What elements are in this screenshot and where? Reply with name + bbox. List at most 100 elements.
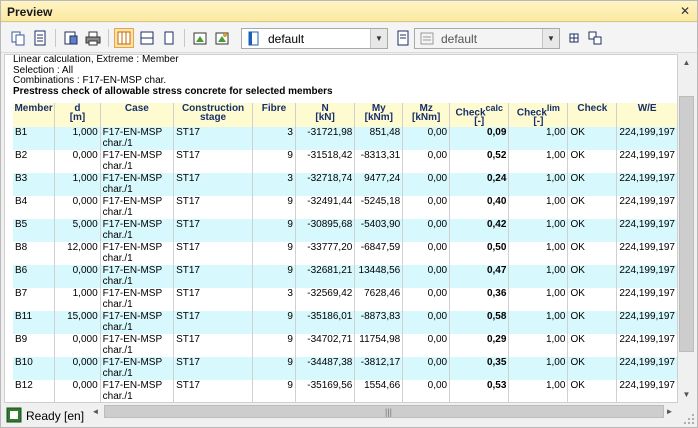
cell-stage: ST17	[173, 173, 253, 196]
style-icon	[420, 31, 434, 46]
column-header: Member	[13, 103, 55, 127]
template-select[interactable]: default ▼	[241, 28, 388, 49]
cell-case: F17-EN-MSP char./1	[99, 219, 174, 242]
cell-check: OK	[567, 127, 617, 150]
cell-case-line1: F17-EN-MSP	[102, 357, 163, 368]
cell-case-line1: F17-EN-MSP	[102, 150, 163, 161]
edit-image-icon[interactable]	[190, 28, 210, 48]
scroll-grip-icon: |||	[385, 407, 393, 417]
cell-case: F17-EN-MSP char./1	[99, 288, 174, 311]
results-table: Member d [m] Case Construction stage Fibre N [kN…	[13, 103, 677, 402]
column-header: Case	[99, 103, 174, 127]
table-row[interactable]: B12 0,000 F17-EN-MSP char./1 ST17 9 -35169,56 1…	[13, 380, 677, 402]
cell-my: -3812,17	[354, 357, 403, 380]
cell-mz: 0,00	[402, 380, 450, 402]
document-settings-icon[interactable]	[393, 28, 413, 48]
export-image-icon[interactable]	[212, 28, 232, 48]
template-file-icon	[247, 31, 261, 46]
grid-large-icon[interactable]	[585, 28, 605, 48]
cell-calc: 0,29	[449, 334, 509, 357]
cell-check: OK	[567, 242, 617, 265]
cell-stage: ST17	[173, 357, 253, 380]
cell-we: 224,199,197	[616, 242, 677, 265]
cell-calc: 0,24	[449, 173, 509, 196]
table-row[interactable]: B2 0,000 F17-EN-MSP char./1 ST17 9 -31518,42 -8…	[13, 150, 677, 173]
table-row[interactable]: B8 12,000 F17-EN-MSP char./1 ST17 9 -33777,20-…	[13, 242, 677, 265]
table-header-row: Member d [m] Case Construction stage Fibre N [kN…	[13, 103, 677, 127]
table-row[interactable]: B1 1,000 F17-EN-MSP char./1 ST17 3 -31721,98 85…	[13, 127, 677, 150]
cell-mz: 0,00	[402, 357, 450, 380]
chevron-down-icon[interactable]: ▼	[542, 29, 559, 48]
cell-we: 224,199,197	[616, 311, 677, 334]
cell-case-line1: F17-EN-MSP	[102, 380, 163, 391]
cell-mz: 0,00	[402, 265, 450, 288]
cell-my: -6847,59	[354, 242, 403, 265]
vertical-scroll-thumb[interactable]	[679, 96, 694, 352]
column-header-sup: calc	[485, 103, 504, 113]
row-layout-icon[interactable]	[137, 28, 157, 48]
column-layout-icon[interactable]	[114, 28, 134, 48]
table-row[interactable]: B11 15,000 F17-EN-MSP char./1 ST17 9 -35186,01…	[13, 311, 677, 334]
cell-fibre: 9	[252, 334, 296, 357]
table-row[interactable]: B10 0,000 F17-EN-MSP char./1 ST17 9 -34487,38-…	[13, 357, 677, 380]
cell-lim: 1,00	[508, 265, 568, 288]
single-page-icon[interactable]	[159, 28, 179, 48]
cell-check: OK	[567, 311, 617, 334]
column-header: Fibre	[252, 103, 296, 127]
cell-case: F17-EN-MSP char./1	[99, 196, 174, 219]
cell-calc: 0,47	[449, 265, 509, 288]
cell-we: 224,199,197	[616, 288, 677, 311]
cell-mz: 0,00	[402, 311, 450, 334]
cell-d: 5,000	[54, 219, 101, 242]
resize-grip-icon[interactable]	[683, 413, 695, 425]
table-row[interactable]: B7 1,000 F17-EN-MSP char./1 ST17 3 -32569,42 76…	[13, 288, 677, 311]
cell-stage: ST17	[173, 265, 253, 288]
document-icon[interactable]	[30, 28, 50, 48]
cell-calc: 0,58	[449, 311, 509, 334]
cell-my: -8313,31	[354, 150, 403, 173]
cell-my: 9477,24	[354, 173, 403, 196]
cell-member: B11	[13, 311, 55, 334]
cell-case: F17-EN-MSP char./1	[99, 357, 174, 380]
cell-case: F17-EN-MSP char./1	[99, 173, 174, 196]
horizontal-scroll-thumb[interactable]: |||	[104, 405, 664, 418]
column-header: Check	[567, 103, 617, 127]
scroll-down-icon[interactable]: ▼	[678, 386, 695, 403]
table-row[interactable]: B5 5,000 F17-EN-MSP char./1 ST17 9 -30895,68 -5…	[13, 219, 677, 242]
cell-mz: 0,00	[402, 127, 450, 150]
cell-my: 11754,98	[354, 334, 403, 357]
vertical-scrollbar[interactable]: ▲ ▼	[678, 54, 695, 403]
cell-case-line1: F17-EN-MSP	[102, 288, 163, 299]
cell-case-line2: char./1	[102, 344, 133, 356]
cell-case: F17-EN-MSP char./1	[99, 150, 174, 173]
cell-case-line2: char./1	[102, 298, 133, 310]
cell-calc: 0,36	[449, 288, 509, 311]
close-icon[interactable]: ✕	[677, 3, 693, 19]
cell-we: 224,199,197	[616, 380, 677, 402]
table-row[interactable]: B3 1,000 F17-EN-MSP char./1 ST17 3 -32718,74 94…	[13, 173, 677, 196]
table-row[interactable]: B4 0,000 F17-EN-MSP char./1 ST17 9 -32491,44 -5…	[13, 196, 677, 219]
scroll-up-icon[interactable]: ▲	[678, 54, 695, 71]
page-setup-icon[interactable]	[61, 28, 81, 48]
print-icon[interactable]	[83, 28, 103, 48]
chevron-down-icon[interactable]: ▼	[370, 29, 387, 48]
column-header-unit: [-]	[474, 116, 485, 128]
table-row[interactable]: B9 0,000 F17-EN-MSP char./1 ST17 9 -34702,71 11…	[13, 334, 677, 357]
cell-stage: ST17	[173, 196, 253, 219]
cell-check: OK	[567, 196, 617, 219]
grid-small-icon[interactable]	[564, 28, 584, 48]
cell-d: 0,000	[54, 357, 101, 380]
cell-case-line2: char./1	[102, 275, 133, 287]
cell-fibre: 9	[252, 196, 296, 219]
cell-check: OK	[567, 219, 617, 242]
report-info: Linear calculation, Extreme : Member Sel…	[13, 55, 333, 97]
cell-mz: 0,00	[402, 288, 450, 311]
cell-mz: 0,00	[402, 173, 450, 196]
cell-we: 224,199,197	[616, 173, 677, 196]
copy-icon[interactable]	[8, 28, 28, 48]
style-select[interactable]: default ▼	[414, 28, 560, 49]
column-header-unit: stage	[200, 112, 227, 123]
table-row[interactable]: B6 0,000 F17-EN-MSP char./1 ST17 9 -32681,21 13…	[13, 265, 677, 288]
column-header-sup: lim	[546, 103, 560, 113]
scroll-right-icon[interactable]: ►	[661, 403, 678, 420]
